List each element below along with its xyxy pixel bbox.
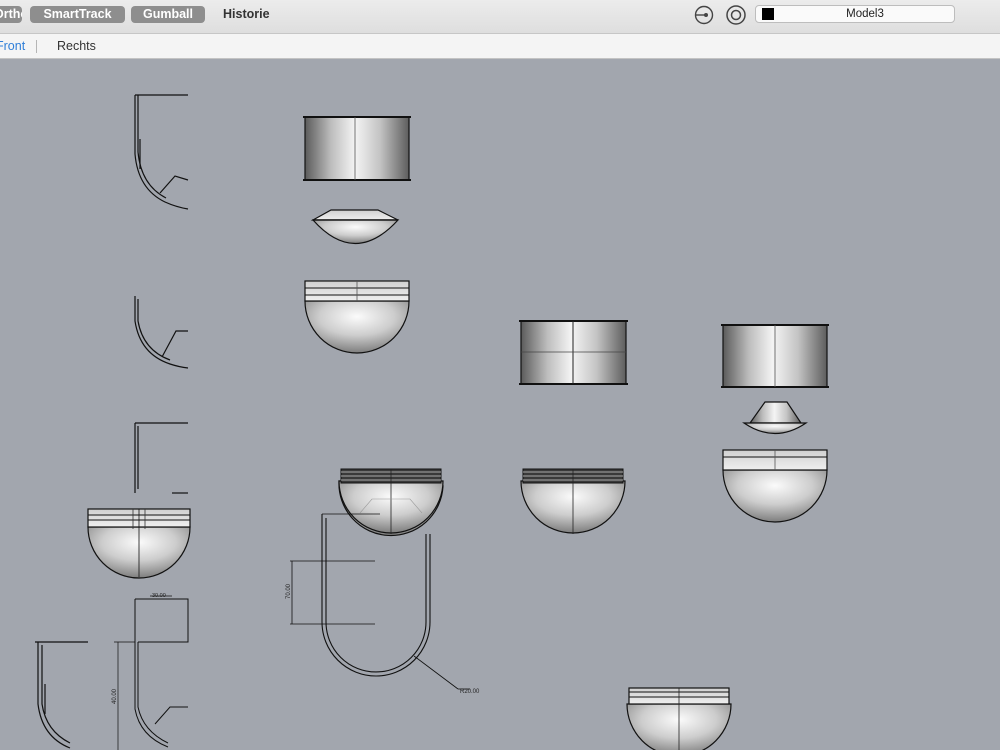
ortho-toggle[interactable]: Ortho xyxy=(0,6,22,23)
dimension-top-label: 30.00 xyxy=(152,593,166,599)
profile-section-4[interactable] xyxy=(35,641,88,749)
tab-divider xyxy=(36,40,37,53)
threaded-dome-middle[interactable] xyxy=(338,468,444,537)
cone-middle[interactable] xyxy=(310,209,400,244)
viewport-canvas[interactable]: 40.00 30.00 70.00 R20.00 xyxy=(0,59,1000,750)
profile-section-1[interactable] xyxy=(134,94,189,210)
dimensioned-profile[interactable] xyxy=(114,595,189,750)
viewport-tab-bar: Front Rechts xyxy=(0,34,1000,59)
smarttrack-toggle[interactable]: SmartTrack xyxy=(30,6,125,23)
dimension-height-label: 70.00 xyxy=(286,583,292,599)
dome-with-band-right[interactable] xyxy=(722,449,828,523)
dimension-radius-label: R20.00 xyxy=(460,689,480,695)
osnap-target-icon[interactable] xyxy=(724,3,748,32)
technical-drawing[interactable] xyxy=(290,513,470,690)
cylinder-top-middle[interactable] xyxy=(303,116,411,181)
layer-color-swatch xyxy=(762,8,774,20)
front-viewport[interactable]: 40.00 30.00 70.00 R20.00 xyxy=(0,59,1000,750)
layer-name: Model3 xyxy=(846,8,884,20)
dome-left[interactable] xyxy=(87,508,191,579)
dome-with-band-middle[interactable] xyxy=(304,280,410,354)
profile-section-2[interactable] xyxy=(134,296,189,369)
gumball-toggle[interactable]: Gumball xyxy=(131,6,205,23)
cylinder-right[interactable] xyxy=(721,324,829,388)
planar-snap-icon[interactable] xyxy=(692,3,716,32)
threaded-dome-center-right[interactable] xyxy=(520,468,626,534)
cone-right[interactable] xyxy=(742,401,808,434)
dome-bottom-right[interactable] xyxy=(626,687,732,750)
top-toolbar: Ortho SmartTrack Gumball Historie Model3 xyxy=(0,0,1000,34)
profile-section-3[interactable] xyxy=(134,422,188,494)
tab-front[interactable]: Front xyxy=(0,38,25,54)
current-layer-dropdown[interactable]: Model3 xyxy=(755,5,955,23)
cylinder-center-right[interactable] xyxy=(519,320,628,385)
dimension-left-label: 40.00 xyxy=(112,688,118,704)
tab-rechts[interactable]: Rechts xyxy=(57,38,96,54)
history-toggle[interactable]: Historie xyxy=(223,6,270,23)
